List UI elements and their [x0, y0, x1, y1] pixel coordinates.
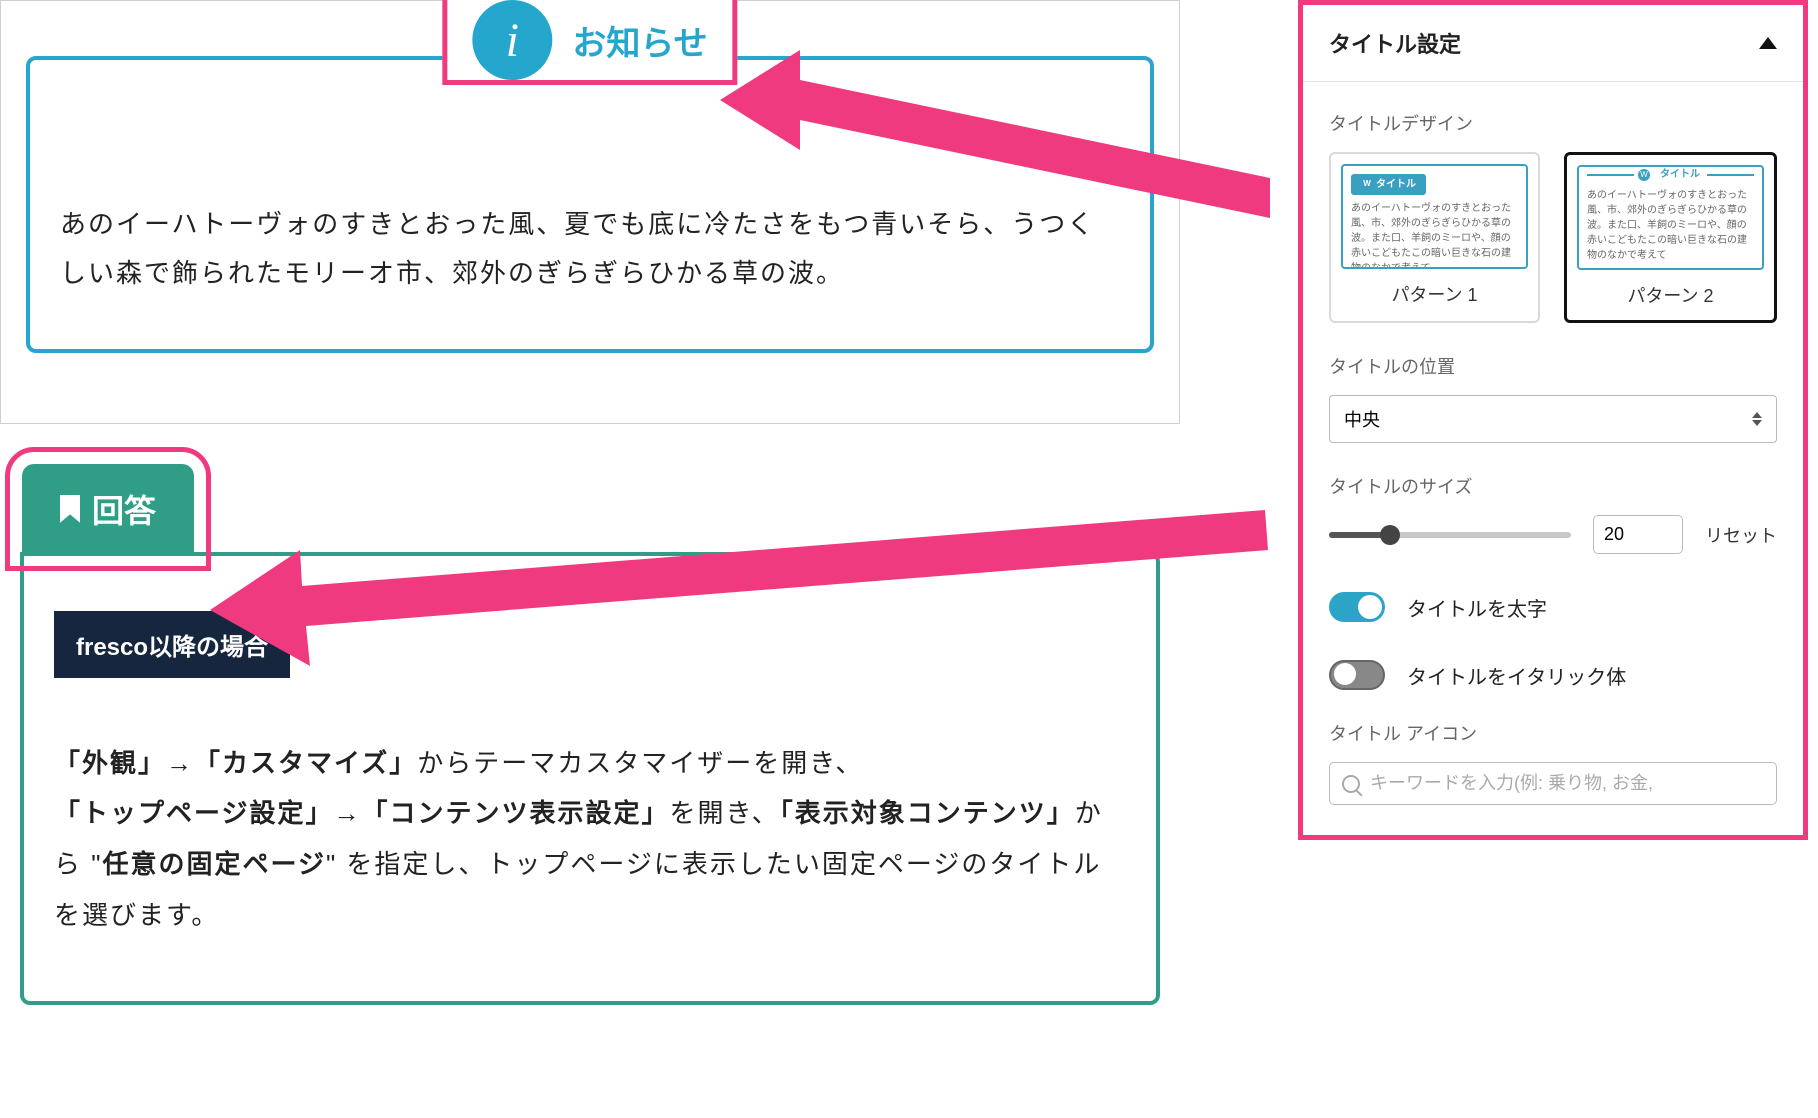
- info-icon: i: [472, 0, 552, 80]
- notice-title-text[interactable]: お知らせ: [572, 16, 707, 65]
- pattern-2-label: パターン 2: [1577, 282, 1764, 308]
- design-field-label: タイトルデザイン: [1329, 110, 1777, 136]
- pattern-1-preview: Wタイトル あのイーハトーヴォのすきとおった風、市、郊外のぎらぎらひかる草の波。…: [1341, 164, 1528, 269]
- icon-field-label: タイトル アイコン: [1329, 720, 1777, 746]
- title-bold-toggle[interactable]: [1329, 592, 1385, 622]
- title-size-control: リセット: [1329, 515, 1777, 554]
- pattern-2-preview: Wタイトル あのイーハトーヴォのすきとおった風、市、郊外のぎらぎらひかる草の波。…: [1577, 165, 1764, 270]
- panel-title: タイトル設定: [1329, 27, 1461, 59]
- notice-body-text[interactable]: あのイーハトーヴォのすきとおった風、夏でも底に冷たさをもつ青いそら、うつくしい森…: [60, 200, 1120, 299]
- icon-keyword-input[interactable]: [1370, 773, 1764, 794]
- search-icon: [1342, 775, 1360, 793]
- title-italic-toggle[interactable]: [1329, 660, 1385, 690]
- editor-canvas: i お知らせ あのイーハトーヴォのすきとおった風、夏でも底に冷たさをもつ青いそら…: [0, 0, 1180, 1118]
- answer-subheading-badge[interactable]: fresco以降の場合: [54, 611, 290, 678]
- title-bold-label: タイトルを太字: [1407, 593, 1547, 622]
- answer-block[interactable]: 回答 fresco以降の場合 「外観」→「カスタマイズ」からテーマカスタマイザー…: [0, 464, 1180, 1005]
- pattern-options: Wタイトル あのイーハトーヴォのすきとおった風、市、郊外のぎらぎらひかる草の波。…: [1329, 152, 1777, 323]
- panel-body: タイトルデザイン Wタイトル あのイーハトーヴォのすきとおった風、市、郊外のぎら…: [1303, 82, 1803, 805]
- notice-box[interactable]: i お知らせ あのイーハトーヴォのすきとおった風、夏でも底に冷たさをもつ青いそら…: [26, 56, 1154, 353]
- position-field-label: タイトルの位置: [1329, 353, 1777, 379]
- title-size-input[interactable]: [1593, 515, 1683, 554]
- answer-tab-label: 回答: [92, 486, 156, 532]
- select-arrows-icon: [1752, 412, 1762, 426]
- answer-body[interactable]: fresco以降の場合 「外観」→「カスタマイズ」からテーマカスタマイザーを開き…: [20, 552, 1160, 1005]
- panel-header[interactable]: タイトル設定: [1303, 5, 1803, 82]
- answer-body-text[interactable]: 「外観」→「カスタマイズ」からテーマカスタマイザーを開き、「トップページ設定」→…: [54, 738, 1126, 941]
- pattern-option-1[interactable]: Wタイトル あのイーハトーヴォのすきとおった風、市、郊外のぎらぎらひかる草の波。…: [1329, 152, 1540, 323]
- chevron-up-icon[interactable]: [1759, 37, 1777, 49]
- pattern-option-2[interactable]: Wタイトル あのイーハトーヴォのすきとおった風、市、郊外のぎらぎらひかる草の波。…: [1564, 152, 1777, 323]
- pattern-1-label: パターン 1: [1341, 281, 1528, 307]
- size-field-label: タイトルのサイズ: [1329, 473, 1777, 499]
- title-position-value: 中央: [1344, 406, 1380, 432]
- answer-tab[interactable]: 回答: [22, 464, 194, 554]
- title-italic-label: タイトルをイタリック体: [1407, 661, 1626, 690]
- bookmark-icon: [60, 495, 80, 523]
- notice-title-container[interactable]: i お知らせ: [442, 0, 737, 85]
- title-position-select[interactable]: 中央: [1329, 395, 1777, 443]
- title-size-slider[interactable]: [1329, 532, 1571, 538]
- slider-thumb[interactable]: [1380, 525, 1400, 545]
- icon-search-wrap[interactable]: [1329, 762, 1777, 805]
- title-size-reset[interactable]: リセット: [1705, 522, 1777, 548]
- bold-toggle-row: タイトルを太字: [1329, 592, 1777, 622]
- settings-sidebar: タイトル設定 タイトルデザイン Wタイトル あのイーハトーヴォのすきとおった風、…: [1298, 0, 1808, 840]
- italic-toggle-row: タイトルをイタリック体: [1329, 660, 1777, 690]
- notice-block-selection-frame: i お知らせ あのイーハトーヴォのすきとおった風、夏でも底に冷たさをもつ青いそら…: [0, 0, 1180, 424]
